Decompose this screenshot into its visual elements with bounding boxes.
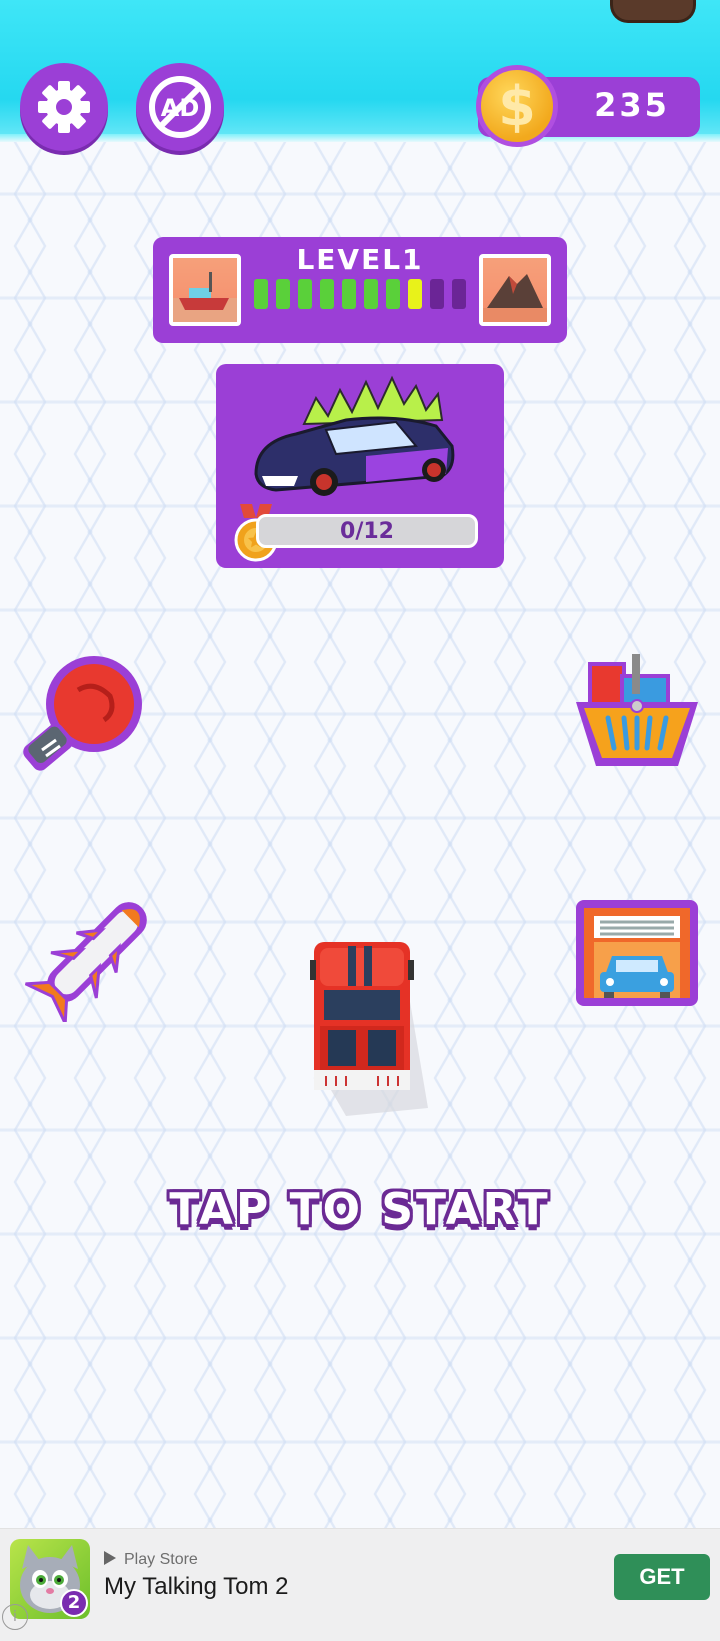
- progress-segment: [452, 279, 466, 309]
- boxing-glove-icon: [23, 656, 142, 771]
- gear-icon: [38, 81, 90, 133]
- tap-to-start-prompt[interactable]: TAP TO START: [0, 1184, 720, 1235]
- progress-segment-current: [408, 279, 422, 309]
- garage-button[interactable]: [576, 898, 698, 1008]
- progress-segment: [364, 279, 378, 309]
- shop-basket-icon: [576, 654, 698, 766]
- ad-app-badge: 2: [67, 1592, 81, 1613]
- boat-edge: [610, 0, 696, 23]
- car-unlock-card[interactable]: 0/12: [216, 364, 504, 568]
- no-ads-label: AD: [161, 94, 200, 122]
- ad-store-label: Play Store: [104, 1551, 198, 1569]
- ad-title[interactable]: My Talking Tom 2: [104, 1573, 289, 1601]
- settings-button[interactable]: [20, 63, 108, 151]
- progress-segment: [298, 279, 312, 309]
- level-panel: LEVEL1: [153, 237, 567, 343]
- rocket-button[interactable]: [24, 882, 170, 1025]
- level-progress-bar: [254, 279, 466, 309]
- player-car: [306, 938, 430, 1116]
- car-unlock-progress: 0/12: [256, 514, 478, 548]
- next-level-thumbnail: [479, 254, 551, 326]
- ad-get-button[interactable]: GET: [614, 1554, 710, 1600]
- rocket-icon: [24, 902, 147, 1025]
- ad-info-icon[interactable]: i: [2, 1604, 28, 1630]
- garage-icon: [576, 900, 698, 1006]
- progress-segment: [320, 279, 334, 309]
- coin-symbol: $: [498, 74, 536, 138]
- progress-segment: [430, 279, 444, 309]
- progress-segment: [386, 279, 400, 309]
- car-preview-image: [254, 375, 455, 496]
- play-store-icon: [104, 1551, 116, 1565]
- ad-banner[interactable]: 2 Play Store My Talking Tom 2 GET: [0, 1528, 720, 1641]
- car-unlock-progress-text: 0/12: [340, 519, 394, 544]
- ad-store-text: Play Store: [124, 1551, 198, 1568]
- coin-count: 235: [594, 86, 670, 124]
- progress-segment: [342, 279, 356, 309]
- no-ads-icon: AD: [149, 76, 211, 138]
- progress-segment: [254, 279, 268, 309]
- coin-icon: $: [476, 65, 558, 147]
- no-ads-button[interactable]: AD: [136, 63, 224, 151]
- progress-segment: [276, 279, 290, 309]
- shop-button[interactable]: [574, 654, 700, 772]
- boxing-glove-button[interactable]: [20, 650, 146, 776]
- hex-floor: [0, 142, 720, 1528]
